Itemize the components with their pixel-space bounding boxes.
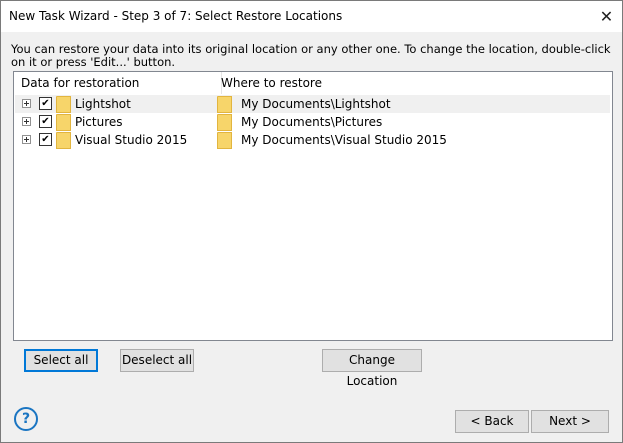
- title-bar: New Task Wizard - Step 3 of 7: Select Re…: [1, 1, 622, 32]
- help-icon[interactable]: ?: [14, 407, 38, 431]
- expand-icon[interactable]: [22, 99, 31, 108]
- expand-icon[interactable]: [22, 135, 31, 144]
- folder-icon: [217, 114, 232, 131]
- wizard-window: New Task Wizard - Step 3 of 7: Select Re…: [0, 0, 623, 443]
- row-checkbox[interactable]: ✔: [39, 97, 52, 110]
- select-all-button[interactable]: Select all: [24, 349, 98, 372]
- change-location-button[interactable]: Change Location: [322, 349, 422, 388]
- row-name: Visual Studio 2015: [75, 133, 188, 147]
- list-row-visual-studio[interactable]: ✔ Visual Studio 2015 My Documents\Visual…: [15, 131, 610, 149]
- row-name: Lightshot: [75, 97, 131, 111]
- instructions-text: You can restore your data into its origi…: [11, 42, 611, 69]
- close-icon[interactable]: ✕: [591, 1, 622, 32]
- next-button[interactable]: Next >: [531, 410, 609, 433]
- deselect-all-button[interactable]: Deselect all: [120, 349, 194, 372]
- row-destination[interactable]: My Documents\Lightshot: [241, 97, 391, 111]
- column-header-destination[interactable]: Where to restore: [215, 72, 322, 94]
- list-row-lightshot[interactable]: ✔ Lightshot My Documents\Lightshot: [15, 95, 610, 113]
- column-header-data[interactable]: Data for restoration: [14, 72, 222, 94]
- row-name: Pictures: [75, 115, 123, 129]
- folder-icon: [217, 132, 232, 149]
- row-checkbox[interactable]: ✔: [39, 115, 52, 128]
- restore-list[interactable]: Data for restoration Where to restore ✔ …: [13, 71, 613, 341]
- folder-icon: [217, 96, 232, 113]
- list-row-pictures[interactable]: ✔ Pictures My Documents\Pictures: [15, 113, 610, 131]
- row-checkbox[interactable]: ✔: [39, 133, 52, 146]
- folder-icon: [56, 96, 71, 113]
- row-destination[interactable]: My Documents\Visual Studio 2015: [241, 133, 447, 147]
- folder-icon: [56, 132, 71, 149]
- window-title: New Task Wizard - Step 3 of 7: Select Re…: [9, 9, 343, 23]
- back-button[interactable]: < Back: [455, 410, 529, 433]
- row-destination[interactable]: My Documents\Pictures: [241, 115, 382, 129]
- folder-icon: [56, 114, 71, 131]
- expand-icon[interactable]: [22, 117, 31, 126]
